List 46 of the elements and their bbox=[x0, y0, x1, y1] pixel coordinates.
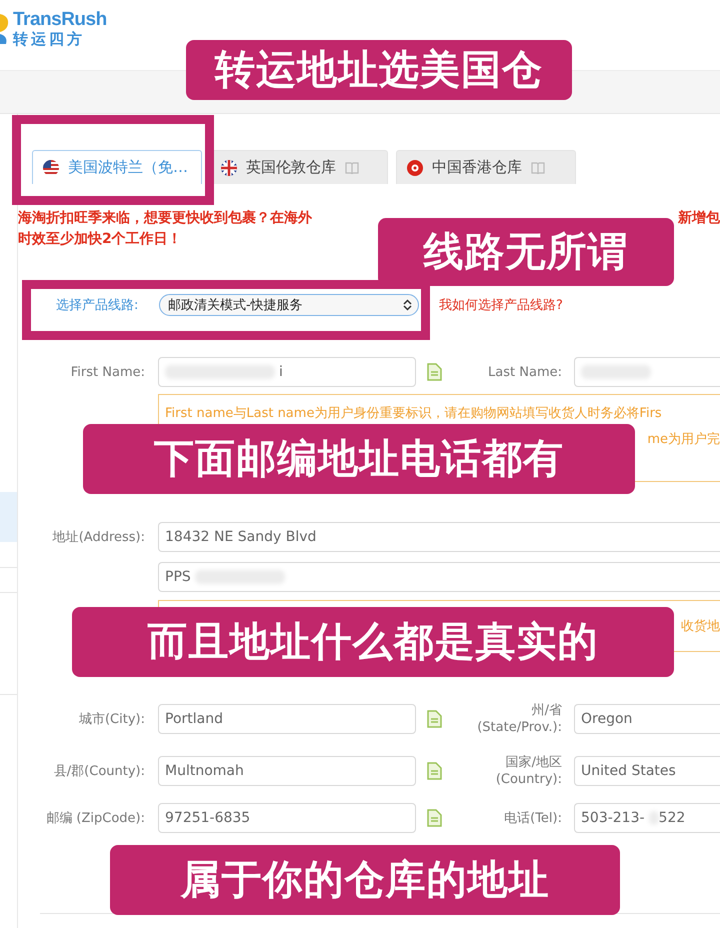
warehouse-tab[interactable]: 美国波特兰（免… bbox=[32, 150, 202, 184]
text-field[interactable]: United States bbox=[574, 756, 720, 786]
annotation-caption: 而且地址什么都是真实的 bbox=[72, 607, 674, 677]
text-field[interactable]: i bbox=[158, 357, 416, 387]
field-label: 县/郡(County): bbox=[52, 762, 146, 780]
copy-icon bbox=[426, 363, 442, 381]
route-select[interactable]: 邮政清关模式-快捷服务 bbox=[159, 294, 419, 316]
sidebar-item[interactable] bbox=[0, 492, 17, 542]
notice-text: 新增包 bbox=[678, 208, 720, 228]
logo-tagline: 转运四方 bbox=[13, 32, 86, 47]
text-field[interactable]: 18432 NE Sandy Blvd bbox=[158, 522, 720, 552]
hint-text: me为用户完 bbox=[647, 431, 720, 449]
annotation-caption: 属于你的仓库的地址 bbox=[110, 845, 620, 915]
hint-text: First name与Last name为用户身份重要标识，请在购物网站填写收货人时务必将Firs bbox=[165, 405, 662, 423]
annotation-caption: 线路无所谓 bbox=[378, 218, 674, 286]
field-label: 邮编 (ZipCode): bbox=[45, 810, 146, 826]
flag-icon bbox=[43, 160, 59, 176]
annotation-caption: 下面邮编地址电话都有 bbox=[83, 424, 635, 494]
copy-icon bbox=[426, 762, 442, 780]
field-label: 电话(Tel): bbox=[503, 810, 563, 826]
help-link[interactable]: 我如何选择产品线路? bbox=[439, 296, 563, 314]
flag-icon bbox=[407, 160, 423, 176]
field-label: 州/省 (State/Prov.): bbox=[476, 702, 563, 736]
hint-text: 收货地 bbox=[681, 618, 720, 636]
field-label: Last Name: bbox=[487, 364, 563, 380]
field-label: 国家/地区 (Country): bbox=[494, 754, 563, 788]
notice-text: 时效至少加快2个工作日！ bbox=[18, 230, 182, 249]
route-label: 选择产品线路: bbox=[56, 297, 140, 314]
field-label: 城市(City): bbox=[78, 710, 146, 728]
text-field[interactable]: Multnomah bbox=[158, 756, 416, 786]
text-field[interactable]: Oregon bbox=[574, 704, 720, 734]
flag-icon bbox=[221, 160, 237, 176]
text-field[interactable]: 503-213- 522 bbox=[574, 803, 720, 833]
text-field[interactable]: Portland bbox=[158, 704, 416, 734]
field-label: 地址(Address): bbox=[52, 528, 146, 546]
field-label: First Name: bbox=[70, 364, 146, 380]
chevron-icon bbox=[403, 299, 412, 311]
warehouse-tab[interactable]: 中国香港仓库 bbox=[396, 150, 576, 184]
copy-icon bbox=[426, 710, 442, 728]
copy-icon bbox=[426, 809, 442, 827]
annotation-caption: 转运地址选美国仓 bbox=[186, 40, 572, 100]
text-field[interactable]: PPS bbox=[158, 562, 720, 592]
text-field[interactable]: 97251-6835 bbox=[158, 803, 416, 833]
logo-name: TransRush bbox=[13, 10, 107, 29]
notice-text: 海淘折扣旺季来临，想要更快收到包裹？在海外 bbox=[18, 208, 312, 228]
text-field[interactable] bbox=[574, 357, 720, 387]
